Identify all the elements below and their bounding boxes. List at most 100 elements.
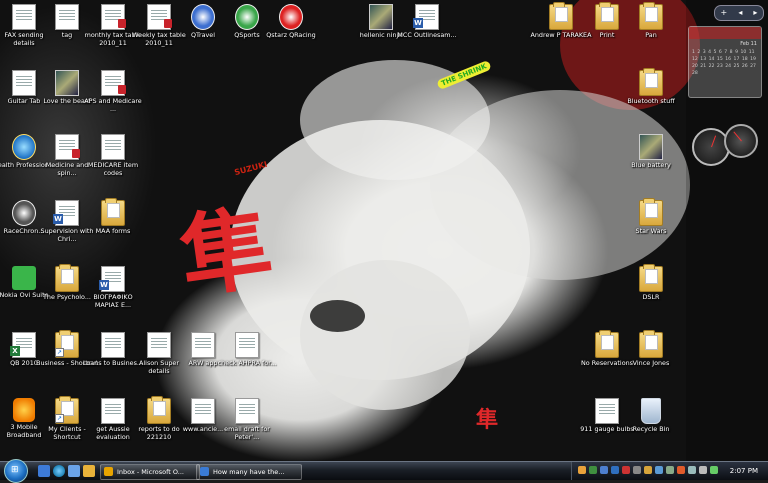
document-icon [147, 332, 171, 358]
desktop-icon[interactable]: MEDICARE item codes [82, 134, 144, 177]
folder-icon [639, 198, 663, 226]
desktop-icon[interactable]: Vince Jones [620, 330, 682, 368]
taskbar-button-label: Inbox - Microsoft O... [117, 468, 184, 476]
pdf-document-icon [55, 134, 80, 160]
tray-bluetooth-icon[interactable] [611, 466, 619, 474]
folder-icon [639, 68, 663, 96]
document-icon [191, 332, 215, 358]
desktop-icon-label: ΒΙΟΓΡΑΦΙΚΟ ΜΑΡΙΑΣ Ε... [93, 293, 133, 309]
desktop-icon[interactable]: Star Wars [620, 198, 682, 236]
prev-gadget-button[interactable]: ◂ [738, 6, 742, 20]
tray-volume-icon[interactable] [699, 466, 707, 474]
folder-icon [639, 330, 663, 358]
taskbar-button-outlook[interactable]: Inbox - Microsoft O... [100, 464, 200, 480]
tray-update-icon[interactable] [644, 466, 652, 474]
tray-network-icon[interactable] [600, 466, 608, 474]
word-document-icon [99, 266, 125, 292]
start-button[interactable]: ⊞ [4, 459, 28, 483]
pdf-document-icon [101, 70, 126, 96]
tray-msn-icon[interactable] [578, 466, 586, 474]
document-icon [101, 134, 125, 160]
folder-icon [595, 2, 619, 30]
desktop-icon[interactable]: Recycle Bin [620, 398, 682, 434]
tray-ovi-icon[interactable] [589, 466, 597, 474]
folder-page [153, 401, 166, 416]
folder-icon [147, 396, 171, 424]
taskbar-clock[interactable]: 2:07 PM [730, 462, 758, 480]
three-mobile-icon [13, 398, 35, 422]
desktop-icon-label: Bluetooth stuff [627, 97, 675, 105]
folder-icon [639, 264, 663, 292]
add-gadget-button[interactable]: + [721, 6, 728, 20]
desktop-icon-label: email draft for Peter'... [224, 425, 270, 441]
application-icon [235, 4, 259, 30]
desktop-icon[interactable]: ΒΙΟΓΡΑΦΙΚΟ ΜΑΡΙΑΣ Ε... [82, 266, 144, 309]
document-icon [235, 398, 259, 424]
desktop-icon[interactable]: MCC Outlinesam... [396, 4, 458, 40]
desktop-icon-label: APS and Medicare ... [84, 97, 142, 113]
word-document-icon [53, 200, 79, 226]
folder-page [61, 269, 74, 284]
switch-windows-icon[interactable] [68, 465, 80, 477]
desktop-icon[interactable]: check AHPRA for... [216, 332, 278, 368]
browser-icon [200, 467, 209, 476]
image-file-icon [369, 4, 393, 30]
system-tray: 2:07 PM [571, 462, 768, 480]
tray-sync-icon[interactable] [655, 466, 663, 474]
folder-page [645, 7, 658, 22]
meter-gadget[interactable] [724, 124, 758, 158]
desktop-icon-label: check AHPRA for... [217, 359, 277, 367]
desktop-icon-label: Qstarz QRacing [266, 31, 316, 39]
tray-wifi-icon[interactable] [688, 466, 696, 474]
clock-hand [711, 135, 717, 148]
desktop-icon[interactable]: email draft for Peter'... [216, 398, 278, 441]
tray-security-icon[interactable] [622, 466, 630, 474]
wallpaper-sticker: THE SHRINK [436, 59, 492, 91]
taskbar-button-label: How many have the... [213, 468, 285, 476]
desktop-icon[interactable]: Blue battery [620, 134, 682, 170]
document-icon [101, 398, 125, 424]
desktop-icon-label: Pan [645, 31, 657, 39]
desktop-icon[interactable]: DSLR [620, 264, 682, 302]
image-file-icon [55, 70, 79, 96]
folder-icon [595, 330, 619, 358]
sidebar-gadget-controls[interactable]: + ◂ ▸ [714, 5, 764, 21]
calendar-header [689, 27, 761, 39]
wallpaper-hayabusa-kanji: 隼 [174, 194, 279, 312]
next-gadget-button[interactable]: ▸ [753, 6, 757, 20]
desktop-icon[interactable]: Qstarz QRacing [260, 4, 322, 40]
show-desktop-icon[interactable] [38, 465, 50, 477]
folder-page [645, 335, 658, 350]
image-file-icon [639, 134, 663, 160]
messenger-icon[interactable] [83, 465, 95, 477]
desktop-icon-label: Recycle Bin [632, 425, 670, 433]
desktop-icon-label: Star Wars [635, 227, 667, 235]
document-icon [101, 332, 125, 358]
desktop-icon-label: MEDICARE item codes [87, 161, 139, 177]
desktop-icon[interactable]: Pan [620, 2, 682, 40]
document-icon [235, 332, 259, 358]
shortcut-arrow-icon: ↗ [55, 348, 64, 357]
wallpaper-lower-fairing [300, 260, 470, 410]
wallpaper-hayabusa-kanji-small: 隼 [476, 407, 499, 433]
tray-app-icon[interactable] [677, 466, 685, 474]
tray-battery-icon[interactable] [666, 466, 674, 474]
taskbar-button-browser[interactable]: How many have the... [196, 464, 302, 480]
nokia-ovi-icon [12, 266, 36, 290]
document-icon [595, 398, 619, 424]
desktop-icon[interactable]: Bluetooth stuff [620, 68, 682, 106]
application-icon [279, 4, 303, 30]
folder-page [645, 269, 658, 284]
desktop-icon[interactable]: APS and Medicare ... [82, 70, 144, 113]
tray-power-icon[interactable] [710, 466, 718, 474]
folder-icon [55, 264, 79, 292]
wallpaper-brand-text: SUZUKI [233, 159, 269, 178]
calendar-month: Feb 11 [740, 41, 757, 47]
internet-explorer-icon [12, 134, 36, 160]
windows-logo-icon: ⊞ [11, 465, 19, 475]
desktop-icon[interactable]: MAA forms [82, 198, 144, 236]
internet-explorer-icon[interactable] [53, 465, 65, 477]
folder-page [555, 7, 568, 22]
tray-usb-icon[interactable] [633, 466, 641, 474]
calendar-gadget[interactable]: Feb 11 1 2 3 4 5 6 7 8 9 10 11 12 13 14 … [688, 26, 762, 98]
